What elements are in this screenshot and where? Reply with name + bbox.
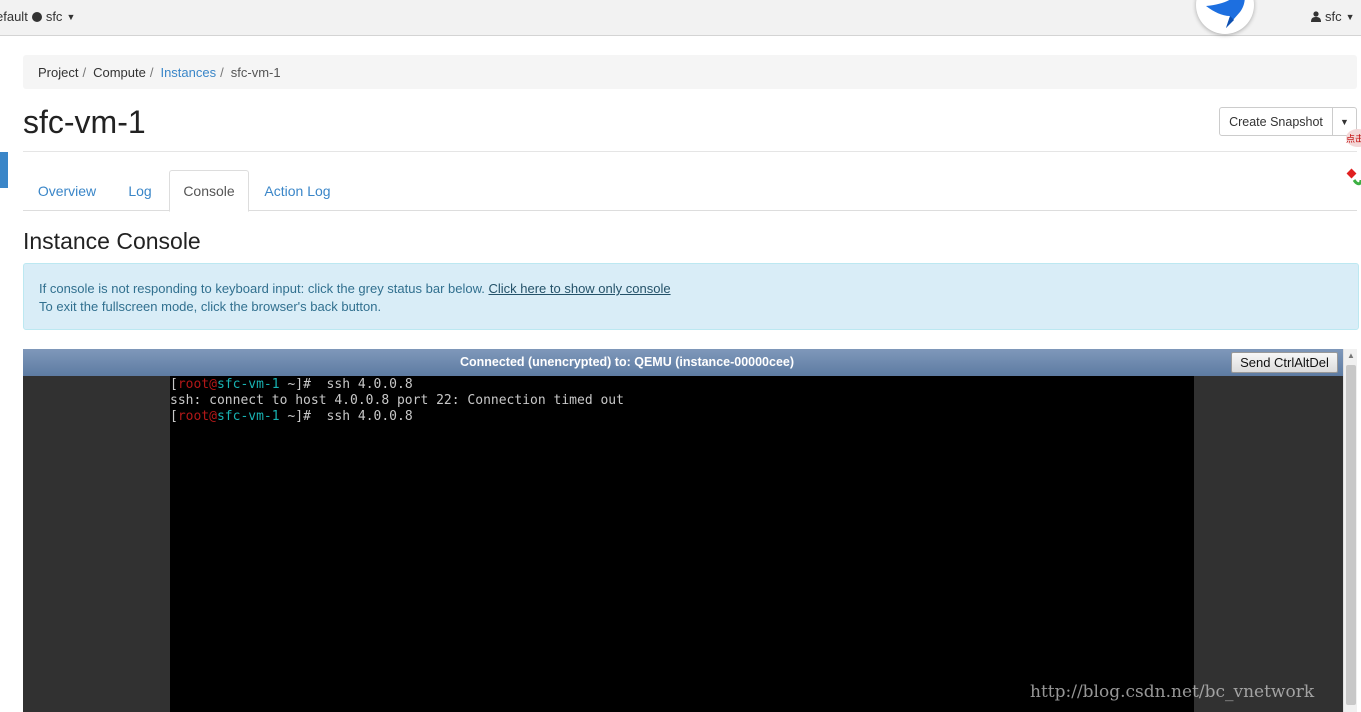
project-name: sfc [45, 9, 63, 24]
page-title: sfc-vm-1 [23, 104, 146, 140]
tab-log[interactable]: Log [111, 170, 169, 211]
section-title: Instance Console [23, 228, 201, 254]
scrollbar-thumb[interactable] [1346, 365, 1356, 705]
console-info-alert: If console is not responding to keyboard… [23, 263, 1359, 330]
vnc-status-bar[interactable]: Connected (unencrypted) to: QEMU (instan… [23, 349, 1343, 376]
console-scrollbar[interactable]: ▲ [1343, 349, 1357, 712]
breadcrumb-project: Project [38, 64, 79, 80]
vnc-status-text: Connected (unencrypted) to: QEMU (instan… [459, 355, 795, 369]
project-dot-icon [31, 11, 42, 22]
terminal-line: ssh: connect to host 4.0.0.8 port 22: Co… [170, 393, 624, 408]
info-line-2: To exit the fullscreen mode, click the b… [39, 299, 382, 314]
terminal-line: [root@sfc-vm-1 ~]# ssh 4.0.0.8 [170, 409, 413, 424]
watermark-text: http://blog.csdn.net/bc_vnetwork [1030, 682, 1315, 702]
tab-overview[interactable]: Overview [23, 170, 111, 211]
info-text-1: If console is not responding to keyboard… [39, 281, 489, 296]
terminal-screen[interactable]: [root@sfc-vm-1 ~]# ssh 4.0.0.8 ssh: conn… [170, 376, 1194, 712]
breadcrumb-compute: Compute [93, 64, 146, 80]
bird-logo-icon [1196, 0, 1254, 34]
user-name: sfc [1325, 9, 1342, 24]
breadcrumb-separator: / [82, 64, 87, 80]
chevron-down-icon: ▼ [1345, 11, 1355, 22]
chevron-down-icon: ▼ [1340, 116, 1349, 127]
terminal-line: [root@sfc-vm-1 ~]# ssh 4.0.0.8 [170, 377, 413, 392]
title-divider [23, 151, 1357, 152]
breadcrumb-separator: / [149, 64, 154, 80]
scroll-up-arrow-icon[interactable]: ▲ [1344, 351, 1358, 363]
create-snapshot-button[interactable]: Create Snapshot [1219, 107, 1333, 136]
vnc-console[interactable]: Connected (unencrypted) to: QEMU (instan… [23, 349, 1343, 712]
send-ctrl-alt-del-button[interactable]: Send CtrlAltDel [1231, 352, 1338, 373]
sidebar-active-marker [0, 152, 8, 188]
tab-action-log[interactable]: Action Log [251, 170, 344, 211]
user-icon [1311, 11, 1321, 22]
breadcrumb-current: sfc-vm-1 [230, 64, 281, 80]
breadcrumb: Project / Compute / Instances / sfc-vm-1 [23, 55, 1357, 89]
show-only-console-link[interactable]: Click here to show only console [488, 281, 670, 296]
project-switcher[interactable]: efault sfc ▼ [0, 9, 75, 24]
user-menu[interactable]: sfc ▼ [1311, 9, 1355, 24]
tab-console[interactable]: Console [169, 170, 249, 212]
snapshot-button-group: Create Snapshot ▼ [1219, 107, 1357, 136]
info-line-1: If console is not responding to keyboard… [39, 280, 1343, 298]
breadcrumb-separator: / [220, 64, 224, 80]
breadcrumb-instances-link[interactable]: Instances [160, 65, 216, 80]
chevron-down-icon: ▼ [66, 11, 76, 22]
side-widget-text: 点击 [1346, 133, 1361, 145]
instance-tabs: Overview Log Console Action Log [23, 170, 1357, 212]
domain-label: efault [0, 9, 28, 24]
top-navbar: efault sfc ▼ sfc ▼ [0, 0, 1361, 36]
